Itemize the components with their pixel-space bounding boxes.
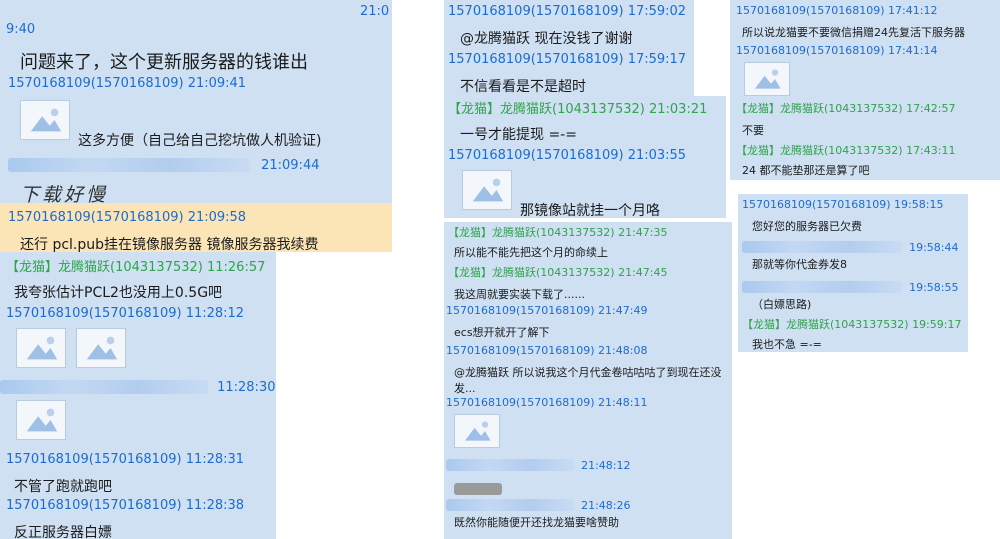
message-header: 1570168109(1570168109) 19:58:15 xyxy=(742,198,944,211)
message-header: 【龙猫】龙腾猫跃(1043137532) 21:47:35 xyxy=(448,226,668,239)
message-header: 1570168109(1570168109) 11:28:12 xyxy=(6,306,245,321)
chat-panel-2b: 【龙猫】龙腾猫跃(1043137532) 21:03:21 一号才能提现 =-=… xyxy=(444,96,726,218)
redacted-name xyxy=(446,498,574,511)
message-header: 1570168109(1570168109) 21:03:55 xyxy=(448,148,687,163)
message-time: 19:58:55 xyxy=(909,281,959,294)
redacted-text xyxy=(454,482,502,495)
message-text: 不要 xyxy=(742,124,764,137)
message-time: 21:0 xyxy=(360,4,390,19)
message-text: 我也不急 =-= xyxy=(752,338,822,351)
message-text: ecs想开就开了解下 xyxy=(454,326,550,339)
message-text: 所以能不能先把这个月的命续上 xyxy=(454,246,608,259)
message-text: 那镜像站就挂一个月咯 xyxy=(520,203,660,218)
message-text: 问题来了，这个更新服务器的钱谁出 xyxy=(20,52,308,73)
image-placeholder-icon[interactable] xyxy=(454,414,500,448)
chat-panel-4: 【龙猫】龙腾猫跃(1043137532) 21:47:35 所以能不能先把这个月… xyxy=(444,222,732,539)
message-header: 1570168109(1570168109) 11:28:31 xyxy=(6,452,245,467)
message-text: @龙腾猫跃 现在没钱了谢谢 xyxy=(460,31,633,47)
message-text: 那就等你代金券发8 xyxy=(752,258,847,271)
message-header: 1570168109(1570168109) 21:48:11 xyxy=(446,396,648,409)
image-placeholder-icon[interactable] xyxy=(462,170,512,210)
message-header: 1570168109(1570168109) 17:59:02 xyxy=(448,4,687,19)
image-placeholder-icon[interactable] xyxy=(20,100,70,140)
message-header: 【龙猫】龙腾猫跃(1043137532) 19:59:17 xyxy=(742,318,962,331)
message-text: @龙腾猫跃 所以说我这个月代金卷咕咕咕了到现在还没 xyxy=(454,366,722,379)
message-header: 1570168109(1570168109) 21:09:58 xyxy=(8,210,247,225)
message-header: 【龙猫】龙腾猫跃(1043137532) 11:26:57 xyxy=(6,260,266,275)
message-text: 我这周就要实装下载了...... xyxy=(454,288,585,301)
message-time: 19:58:44 xyxy=(909,241,959,254)
message-text: 发... xyxy=(454,382,476,395)
message-text: 反正服务器白嫖 xyxy=(14,525,112,539)
message-text: 下载好慢 xyxy=(20,184,109,206)
message-header: 21:48:12 xyxy=(446,454,732,473)
redacted-name xyxy=(0,379,208,394)
redacted-name xyxy=(742,240,902,253)
message-text: 还行 pcl.pub挂在镜像服务器 镜像服务器我续费 xyxy=(20,237,319,252)
message-text: 您好您的服务器已欠费 xyxy=(752,220,862,233)
redacted-name xyxy=(446,458,574,471)
message-header: 1570168109(1570168109) 17:41:12 xyxy=(736,4,938,17)
message-time: 21:48:12 xyxy=(581,459,631,472)
message-text: 所以说龙猫要不要微信捐赠24先复活下服务器 xyxy=(742,26,965,39)
message-text: 我夸张估计PCL2也没用上0.5G吧 xyxy=(14,285,223,301)
redacted-name xyxy=(8,157,250,172)
image-placeholder-icon[interactable] xyxy=(16,328,66,368)
message-header: 1570168109(1570168109) 11:28:38 xyxy=(6,498,245,513)
message-time: 9:40 xyxy=(6,22,36,37)
message-text: （白嫖思路) xyxy=(752,298,812,311)
message-time: 21:48:26 xyxy=(581,499,631,512)
message-header: 1570168109(1570168109) 17:41:14 xyxy=(736,44,938,57)
chat-panel-1b: 【龙猫】龙腾猫跃(1043137532) 11:26:57 我夸张估计PCL2也… xyxy=(0,252,276,539)
chat-panel-2: 1570168109(1570168109) 17:59:02 @龙腾猫跃 现在… xyxy=(444,0,694,96)
message-text: 24 都不能垫那还是算了吧 xyxy=(742,164,870,177)
message-text: 不信看看是不是超时 xyxy=(460,79,586,95)
image-placeholder-icon[interactable] xyxy=(76,328,126,368)
message-header: 21:48:26 xyxy=(446,494,732,513)
message-text: 既然你能随便开还找龙猫要啥赞助 xyxy=(454,516,619,529)
message-time: 21:09:44 xyxy=(261,158,320,173)
message-header: 1570168109(1570168109) 17:59:17 xyxy=(448,52,687,67)
image-placeholder-icon[interactable] xyxy=(16,400,66,440)
message-header: 1570168109(1570168109) 21:09:41 xyxy=(8,76,247,91)
message-header: 1570168109(1570168109) 21:48:08 xyxy=(446,344,648,357)
message-header: 【龙猫】龙腾猫跃(1043137532) 17:43:11 xyxy=(736,144,956,157)
image-placeholder-icon[interactable] xyxy=(744,62,790,96)
message-header: 【龙猫】龙腾猫跃(1043137532) 21:03:21 xyxy=(448,102,708,117)
message-header: 11:28:30 xyxy=(0,376,276,395)
chat-panel-3: 1570168109(1570168109) 17:41:12 所以说龙猫要不要… xyxy=(730,0,1000,180)
message-header: 19:58:55 xyxy=(742,276,968,295)
redacted-name xyxy=(742,280,902,293)
message-header: 【龙猫】龙腾猫跃(1043137532) 21:47:45 xyxy=(448,266,668,279)
message-header: 21:09:44 xyxy=(8,154,392,173)
message-header: 19:58:44 xyxy=(742,236,968,255)
message-text: 一号才能提现 =-= xyxy=(460,127,577,143)
message-header: 【龙猫】龙腾猫跃(1043137532) 17:42:57 xyxy=(736,102,956,115)
message-time: 11:28:30 xyxy=(217,380,276,395)
chat-panel-5: 1570168109(1570168109) 19:58:15 您好您的服务器已… xyxy=(738,194,968,352)
message-header: 1570168109(1570168109) 21:47:49 xyxy=(446,304,648,317)
message-text: 这多方便（自己给自己挖坑做人机验证) xyxy=(78,133,322,149)
chat-panel-1: 21:0 9:40 问题来了，这个更新服务器的钱谁出 1570168109(15… xyxy=(0,0,392,252)
message-text: 不管了跑就跑吧 xyxy=(14,479,112,495)
